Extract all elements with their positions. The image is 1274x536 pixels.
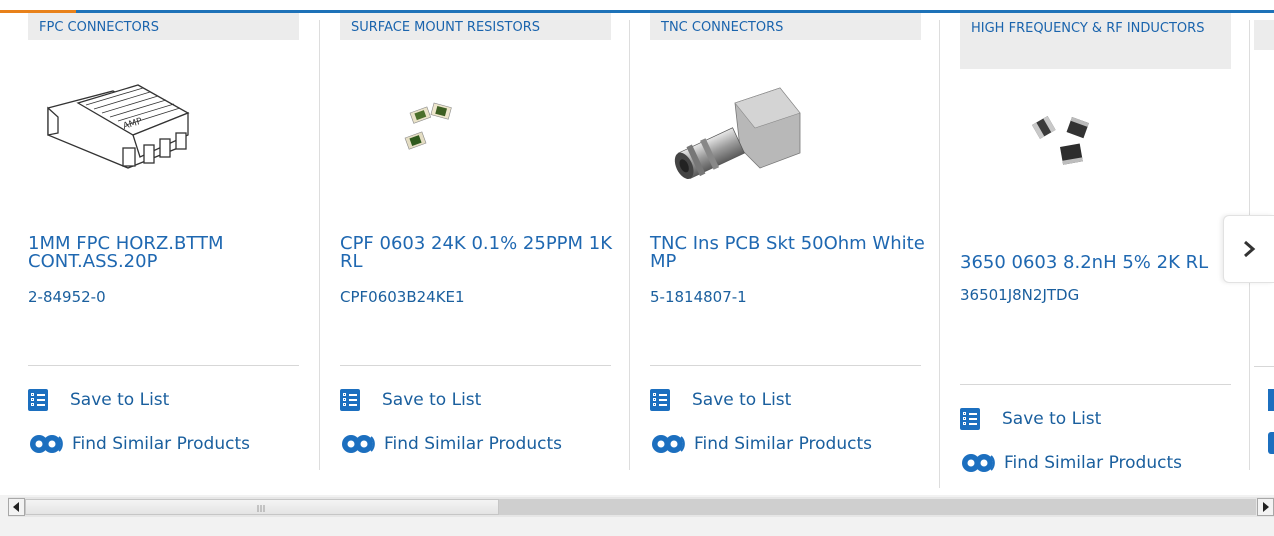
- gears-icon: [1268, 432, 1274, 454]
- find-similar-button[interactable]: Find Similar Products: [340, 432, 562, 456]
- scroll-right-button[interactable]: [1257, 498, 1274, 516]
- card-rule: [340, 365, 611, 366]
- product-carousel: FPC CONNECTORS AMP 1MM FPC HORZ.BTTM CON…: [0, 0, 1274, 495]
- save-to-list-label: Save to List: [70, 390, 170, 410]
- category-label[interactable]: HIGH FREQUENCY & RF INDUCTORS: [960, 13, 1231, 69]
- category-label[interactable]: FPC CONNECTORS: [28, 13, 299, 40]
- save-to-list-label: Save to List: [1002, 409, 1102, 429]
- card-rule: [28, 365, 299, 366]
- category-label[interactable]: SURFACE MOUNT RESISTORS: [340, 13, 611, 40]
- save-to-list-button[interactable]: Save to List: [28, 389, 169, 411]
- product-image[interactable]: [650, 73, 921, 193]
- checklist-icon: [28, 389, 48, 411]
- gears-icon: [960, 451, 996, 475]
- product-card: TNC CONNECTORS TNC Ins PCB Skt 50Ohm Whi…: [622, 13, 932, 473]
- find-similar-label: Find Similar Products: [1004, 453, 1182, 473]
- part-number-link[interactable]: 36501J8N2JTDG: [960, 286, 1079, 304]
- scroll-left-button[interactable]: [8, 498, 25, 516]
- find-similar-label: Find Similar Products: [694, 434, 872, 454]
- gears-icon: [340, 432, 376, 456]
- checklist-icon: [650, 389, 670, 411]
- checklist-icon: [960, 408, 980, 430]
- scroll-thumb[interactable]: [25, 499, 499, 515]
- find-similar-button[interactable]: Find Similar Products: [960, 451, 1182, 475]
- product-title-link[interactable]: 1MM FPC HORZ.BTTM CONT.ASS.20P: [28, 235, 308, 271]
- product-image[interactable]: AMP: [28, 73, 299, 193]
- product-card: FPC CONNECTORS AMP 1MM FPC HORZ.BTTM CON…: [0, 13, 310, 473]
- part-number-link[interactable]: 2-84952-0: [28, 288, 106, 306]
- product-image[interactable]: [340, 73, 611, 193]
- save-to-list-button[interactable]: Save to List: [650, 389, 791, 411]
- card-rule: [650, 365, 921, 366]
- product-card: HIGH FREQUENCY & RF INDUCTORS 3650 0603 …: [932, 13, 1242, 473]
- card-rule: [960, 384, 1231, 385]
- grip-icon: [257, 505, 265, 512]
- product-card: SURFACE MOUNT RESISTORS CPF 0603 24K 0.1…: [312, 13, 622, 473]
- save-to-list-label: Save to List: [382, 390, 482, 410]
- product-image[interactable]: [960, 95, 1231, 215]
- horizontal-scrollbar[interactable]: [8, 497, 1274, 517]
- find-similar-label: Find Similar Products: [384, 434, 562, 454]
- gears-icon: [28, 432, 64, 456]
- next-card-category-peek: [1254, 20, 1274, 50]
- save-to-list-button[interactable]: Save to List: [960, 408, 1101, 430]
- find-similar-button[interactable]: Find Similar Products: [28, 432, 250, 456]
- gears-icon: [650, 432, 686, 456]
- part-number-link[interactable]: 5-1814807-1: [650, 288, 747, 306]
- checklist-icon: [1268, 389, 1274, 411]
- part-number-link[interactable]: CPF0603B24KE1: [340, 288, 465, 306]
- checklist-icon: [340, 389, 360, 411]
- product-title-link[interactable]: CPF 0603 24K 0.1% 25PPM 1K RL: [340, 235, 620, 271]
- save-to-list-label: Save to List: [692, 390, 792, 410]
- triangle-left-icon: [13, 502, 19, 512]
- product-title-link[interactable]: 3650 0603 8.2nH 5% 2K RL: [960, 254, 1240, 272]
- find-similar-label: Find Similar Products: [72, 434, 250, 454]
- save-to-list-button[interactable]: Save to List: [340, 389, 481, 411]
- triangle-right-icon: [1263, 502, 1269, 512]
- carousel-next-button[interactable]: [1223, 215, 1274, 283]
- product-title-link[interactable]: TNC Ins PCB Skt 50Ohm White MP: [650, 235, 930, 271]
- category-label[interactable]: TNC CONNECTORS: [650, 13, 921, 40]
- chevron-right-icon: [1244, 240, 1256, 258]
- card-rule: [1254, 366, 1274, 367]
- find-similar-button[interactable]: Find Similar Products: [650, 432, 872, 456]
